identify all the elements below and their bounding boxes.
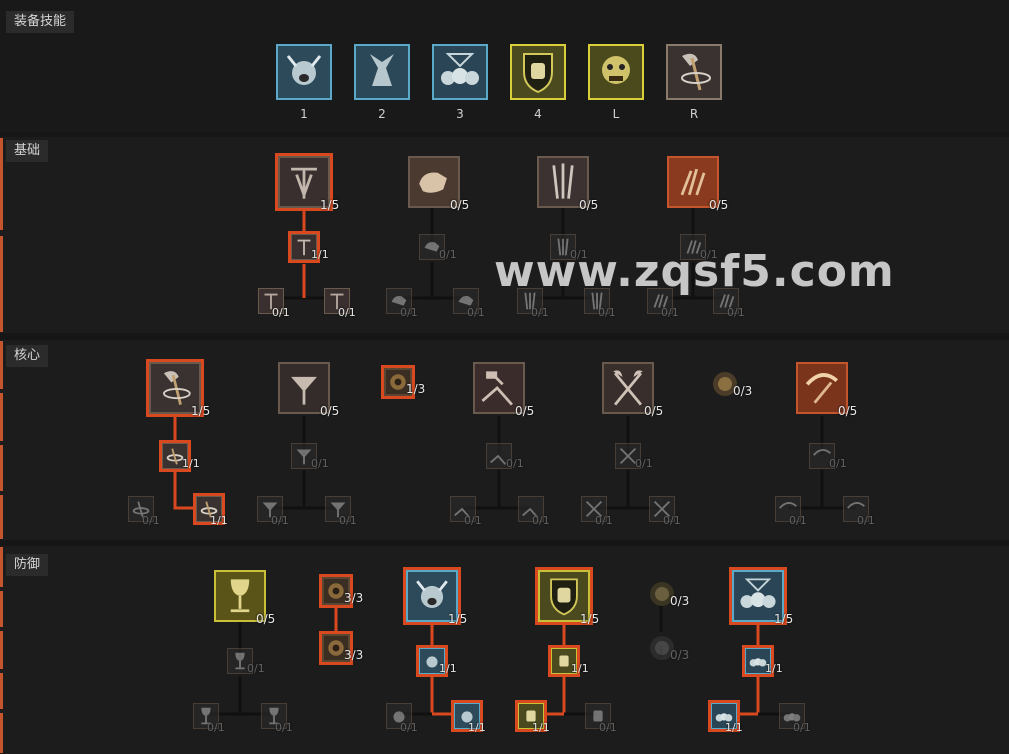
skill-rank: 0/5 — [450, 198, 470, 212]
equipped-skills-panel — [0, 0, 1009, 132]
skill-rank: 0/1 — [247, 662, 265, 675]
watermark-text: www.zqsf5.com — [494, 246, 895, 297]
skill-rank: 0/1 — [857, 514, 875, 527]
skill-rank: 0/1 — [793, 721, 811, 734]
skill-rank: 0/5 — [515, 404, 535, 418]
skill-rank: 0/1 — [272, 306, 290, 319]
skill-rank: 0/1 — [595, 514, 613, 527]
skill-rank: 0/5 — [579, 198, 599, 212]
skill-rank: 1/1 — [210, 514, 228, 527]
skill-rank: 0/3 — [670, 648, 690, 662]
equipped-slot-L[interactable] — [588, 44, 644, 100]
skill-rank: 0/1 — [506, 457, 524, 470]
skill-rank: 0/5 — [256, 612, 276, 626]
skill-rank: 0/1 — [663, 514, 681, 527]
war-cry-icon — [278, 46, 330, 98]
equipped-key-1: 1 — [300, 107, 308, 121]
section-label-core[interactable]: 核心 — [6, 345, 49, 367]
skill-rank: 0/1 — [207, 721, 225, 734]
skill-rank: 1/1 — [468, 721, 486, 734]
skill-rank: 1/1 — [532, 721, 550, 734]
equipped-key-4: 4 — [534, 107, 542, 121]
skill-rank: 3/3 — [344, 648, 364, 662]
rallying-cry-icon — [356, 46, 408, 98]
skill-rank: 0/3 — [733, 384, 753, 398]
whirlwind-axe-icon — [668, 46, 720, 98]
skill-rank: 0/1 — [727, 306, 745, 319]
skill-rank: 1/1 — [439, 662, 457, 675]
skill-rank: 1/5 — [448, 612, 468, 626]
skill-rank: 0/1 — [339, 514, 357, 527]
defense-skills-panel — [0, 546, 1009, 754]
skill-rank: 0/5 — [320, 404, 340, 418]
skill-rank: 1/1 — [725, 721, 743, 734]
skill-rank: 0/1 — [271, 514, 289, 527]
equipped-key-L: L — [612, 107, 620, 121]
skill-rank: 0/1 — [400, 306, 418, 319]
equipped-skills-label: 装备技能 — [6, 11, 75, 33]
equipped-key-3: 3 — [456, 107, 464, 121]
equipped-slot-4[interactable] — [510, 44, 566, 100]
skill-rank: 0/1 — [635, 457, 653, 470]
skill-rank: 0/5 — [644, 404, 664, 418]
skill-rank: 0/1 — [661, 306, 679, 319]
skill-rank: 0/1 — [311, 457, 329, 470]
skill-rank: 1/1 — [182, 457, 200, 470]
skill-rank: 0/1 — [400, 721, 418, 734]
skill-rank: 1/5 — [774, 612, 794, 626]
skill-rank: 1/1 — [765, 662, 783, 675]
equipped-slot-2[interactable] — [354, 44, 410, 100]
skill-rank: 0/1 — [599, 721, 617, 734]
section-label-basic[interactable]: 基础 — [6, 140, 49, 162]
section-label-defense[interactable]: 防御 — [6, 554, 49, 576]
skill-rank: 0/1 — [467, 306, 485, 319]
fist-shield-icon — [512, 46, 564, 98]
skill-rank: 0/1 — [142, 514, 160, 527]
skill-rank: 0/5 — [838, 404, 858, 418]
equipped-slot-R[interactable] — [666, 44, 722, 100]
basic-skills-panel — [0, 137, 1009, 333]
skill-rank: 0/1 — [464, 514, 482, 527]
equipped-slot-3[interactable] — [432, 44, 488, 100]
skill-rank: 0/1 — [532, 514, 550, 527]
skill-rank: 1/1 — [571, 662, 589, 675]
skill-rank: 0/1 — [439, 248, 457, 261]
equipped-key-R: R — [689, 107, 699, 121]
skill-rank: 0/1 — [598, 306, 616, 319]
challenging-shout-icon — [590, 46, 642, 98]
skill-rank: 0/1 — [338, 306, 356, 319]
ancestors-skulls-icon — [434, 46, 486, 98]
skill-rank: 0/1 — [789, 514, 807, 527]
equipped-key-2: 2 — [378, 107, 386, 121]
skill-rank: 1/1 — [311, 248, 329, 261]
equipped-slot-1[interactable] — [276, 44, 332, 100]
skill-rank: 0/1 — [829, 457, 847, 470]
skill-rank: 0/3 — [670, 594, 690, 608]
skill-rank: 0/1 — [531, 306, 549, 319]
skill-rank: 3/3 — [344, 591, 364, 605]
skill-rank: 0/5 — [709, 198, 729, 212]
skill-rank: 0/1 — [275, 721, 293, 734]
skill-rank: 1/5 — [320, 198, 340, 212]
skill-rank: 1/5 — [580, 612, 600, 626]
skill-rank: 1/5 — [191, 404, 211, 418]
skill-rank: 1/3 — [406, 382, 426, 396]
